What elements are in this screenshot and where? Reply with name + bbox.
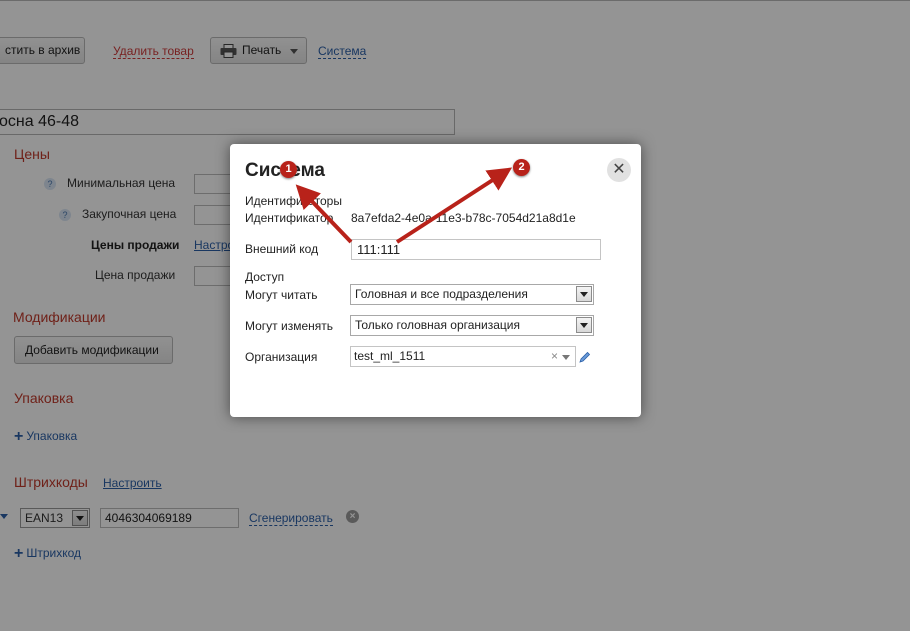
identifier-label: Идентификатор bbox=[245, 211, 334, 225]
can-edit-value: Только головная организация bbox=[355, 318, 521, 332]
identifiers-heading: Идентификаторы bbox=[245, 194, 342, 208]
pencil-icon[interactable] bbox=[579, 351, 591, 363]
organization-combobox[interactable]: test_ml_1511 × bbox=[350, 346, 576, 367]
system-dialog: Система ✕ Идентификаторы Идентификатор 8… bbox=[230, 144, 641, 417]
clear-icon[interactable]: × bbox=[551, 347, 558, 366]
access-heading: Доступ bbox=[245, 270, 285, 284]
external-code-input[interactable]: 111:111 bbox=[351, 239, 601, 260]
annotation-badge-2: 2 bbox=[513, 159, 530, 176]
can-edit-select[interactable]: Только головная организация bbox=[350, 315, 594, 336]
dropdown-arrow-icon bbox=[576, 317, 592, 333]
identifier-value: 8a7efda2-4e0a-11e3-b78c-7054d21a8d1e bbox=[351, 211, 576, 225]
organization-label: Организация bbox=[245, 350, 318, 364]
chevron-down-icon[interactable] bbox=[562, 355, 570, 360]
organization-value: test_ml_1511 bbox=[354, 349, 426, 363]
close-icon[interactable]: ✕ bbox=[607, 158, 631, 182]
can-edit-label: Могут изменять bbox=[245, 319, 334, 333]
can-read-label: Могут читать bbox=[245, 288, 318, 302]
external-code-label: Внешний код bbox=[245, 242, 319, 256]
annotation-badge-1: 1 bbox=[280, 161, 297, 178]
dropdown-arrow-icon bbox=[576, 286, 592, 302]
can-read-value: Головная и все подразделения bbox=[355, 287, 528, 301]
can-read-select[interactable]: Головная и все подразделения bbox=[350, 284, 594, 305]
